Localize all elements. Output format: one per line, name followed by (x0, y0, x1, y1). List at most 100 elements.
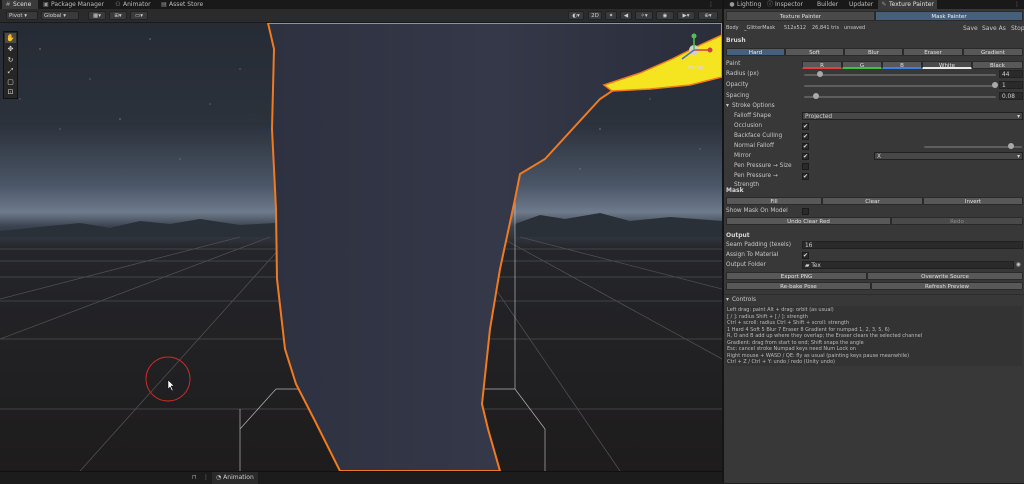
brush-soft-button[interactable]: Soft (785, 48, 844, 56)
rotate-tool[interactable]: ↻ (5, 55, 16, 65)
opacity-slider[interactable] (804, 85, 996, 87)
normal-falloff-checkbox[interactable]: ✔ (802, 143, 809, 150)
scale-icon: ⤢ (7, 67, 14, 75)
mirror-checkbox[interactable]: ✔ (802, 153, 809, 160)
spacing-slider[interactable] (804, 96, 996, 98)
controls-foldout[interactable]: ▾ Controls (724, 296, 1024, 305)
invert-button[interactable]: Invert (923, 197, 1023, 205)
normal-falloff-label: Normal Falloff (734, 143, 774, 149)
pivot-dropdown[interactable]: Pivot ▾ (6, 11, 38, 20)
export-png-button[interactable]: Export PNG (726, 272, 867, 280)
hidden-objects-toggle[interactable]: ◉ (656, 11, 674, 20)
foldout-arrow-icon: ▾ (726, 297, 729, 303)
persp-label[interactable]: Persp (688, 65, 703, 71)
more-icon[interactable]: ⋮ (1014, 1, 1020, 8)
stroke-options-label: Stroke Options (732, 103, 775, 109)
backface-checkbox[interactable]: ✔ (802, 133, 809, 140)
output-header: Output (726, 232, 750, 239)
channel-b-button[interactable]: B (882, 61, 922, 69)
stop-button[interactable]: Stop (1011, 24, 1024, 33)
seam-padding-field[interactable]: 16 (802, 241, 1023, 249)
gizmos-button[interactable]: ⊕▾ (698, 11, 718, 20)
camera-settings-button[interactable]: ▶▾ (677, 11, 695, 20)
show-mask-row: Show Mask On Model (724, 207, 1024, 216)
tab-animation[interactable]: ◔ Animation (212, 472, 258, 484)
opacity-field[interactable]: 1 (999, 81, 1023, 89)
save-as-button[interactable]: Save As (982, 24, 1006, 33)
brush-blur-button[interactable]: Blur (844, 48, 903, 56)
spacing-slider-thumb[interactable] (813, 93, 819, 99)
tab-package-manager[interactable]: ▣ Package Manager (40, 0, 107, 9)
normal-falloff-slider-thumb[interactable] (1008, 143, 1014, 149)
clear-button[interactable]: Clear (822, 197, 923, 205)
more-icon[interactable]: ⋮ (708, 1, 714, 8)
pen-size-checkbox[interactable] (802, 163, 809, 170)
audio-toggle[interactable]: ◀ (620, 11, 632, 20)
object-picker-icon[interactable]: ◉ (1016, 261, 1021, 270)
overwrite-source-button[interactable]: Overwrite Source (867, 272, 1023, 280)
radius-slider[interactable] (804, 74, 996, 76)
view-gizmo[interactable]: Persp (666, 33, 716, 73)
scale-tool[interactable]: ⤢ (5, 66, 16, 76)
brush-hard-button[interactable]: Hard (726, 48, 785, 56)
effects-toggle[interactable]: ✧▾ (635, 11, 653, 20)
tab-label: Asset Store (169, 1, 204, 8)
fill-button[interactable]: Fill (726, 197, 822, 205)
mirror-axis-value: X (877, 154, 881, 160)
save-button[interactable]: Save (963, 24, 978, 33)
lighting-toggle[interactable]: ✦ (605, 11, 617, 20)
redo-button[interactable]: Redo (891, 217, 1023, 225)
output-folder-field[interactable]: ▰ Tex (802, 261, 1014, 269)
tab-builder[interactable]: Builder (814, 0, 841, 9)
channel-white-button[interactable]: White (922, 61, 972, 69)
snap-increment-button[interactable]: ⊞▾ (109, 11, 127, 20)
mirror-row: Mirror ✔ X ▾ (724, 152, 1024, 161)
pen-strength-checkbox[interactable]: ✔ (802, 173, 809, 180)
tab-inspector[interactable]: ⓘ Inspector (764, 0, 806, 9)
draw-mode-button[interactable]: ◐▾ (568, 11, 584, 20)
rect-tool[interactable]: ▢ (5, 77, 16, 87)
brush-eraser-button[interactable]: Eraser (903, 48, 963, 56)
magnet-icon: ⊞▾ (114, 13, 122, 19)
grid-snap-button[interactable]: ▦▾ (88, 11, 106, 20)
stroke-options-foldout[interactable]: ▾ Stroke Options (724, 102, 1024, 111)
channel-r-button[interactable]: R (802, 61, 842, 69)
channel-black-button[interactable]: Black (972, 61, 1023, 69)
tab-updater[interactable]: Updater (846, 0, 876, 9)
undo-button[interactable]: Undo Clear Red (726, 217, 891, 225)
refresh-preview-button[interactable]: Refresh Preview (871, 282, 1023, 290)
channel-g-button[interactable]: G (842, 61, 882, 69)
paint-row: Paint R G B White Black (724, 60, 1024, 69)
tab-texture-painter[interactable]: ✎ Texture Painter (878, 0, 937, 9)
grid-view-button[interactable]: ▭▾ (130, 11, 148, 20)
radius-slider-thumb[interactable] (817, 71, 823, 77)
mode-texture-painter[interactable]: Texture Painter (726, 11, 875, 21)
scene-viewport[interactable]: Persp (0, 9, 722, 471)
paint-label: Paint (726, 61, 741, 67)
hand-tool[interactable]: ✋ (5, 33, 16, 43)
tab-scene[interactable]: # Scene (2, 0, 38, 9)
occlusion-checkbox[interactable]: ✔ (802, 123, 809, 130)
lock-icon[interactable]: ⊓ (192, 474, 197, 481)
move-tool[interactable]: ✥ (5, 44, 16, 54)
more-icon[interactable]: ⋮ (203, 474, 209, 481)
transform-tool[interactable]: ⊡ (5, 87, 16, 97)
toggle-2d-button[interactable]: 2D (588, 11, 602, 20)
opacity-slider-thumb[interactable] (992, 82, 998, 88)
effects-icon: ✧▾ (640, 13, 648, 19)
tab-animator[interactable]: ⚇ Animator (112, 0, 154, 9)
mode-mask-painter[interactable]: Mask Painter (875, 11, 1023, 21)
radius-field[interactable]: 44 (999, 70, 1023, 78)
show-mask-checkbox[interactable] (802, 208, 809, 215)
tab-lighting[interactable]: ● Lighting (726, 0, 764, 9)
spacing-field[interactable]: 0.08 (999, 92, 1023, 100)
tab-asset-store[interactable]: ▤ Asset Store (158, 0, 206, 9)
falloff-shape-dropdown[interactable]: Projected ▾ (802, 112, 1023, 120)
rebake-pose-button[interactable]: Re-bake Pose (726, 282, 871, 290)
falloff-shape-row: Falloff Shape Projected ▾ (724, 112, 1024, 121)
dropdown-arrow-icon: ▾ (1017, 154, 1020, 160)
mirror-axis-dropdown[interactable]: X ▾ (874, 152, 1023, 160)
assign-checkbox[interactable]: ✔ (802, 252, 809, 259)
brush-gradient-button[interactable]: Gradient (963, 48, 1023, 56)
global-dropdown[interactable]: Global ▾ (41, 11, 79, 20)
